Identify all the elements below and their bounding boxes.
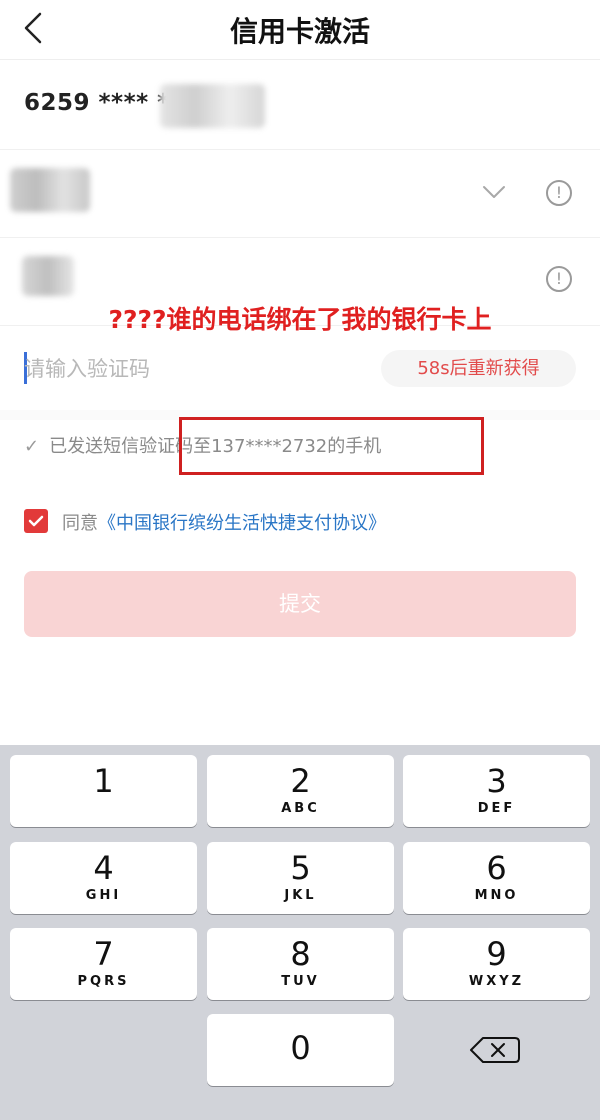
holder-name-row: [0, 150, 600, 238]
key-2[interactable]: 2 ABC: [207, 755, 394, 827]
agreement-link[interactable]: 《中国银行缤纷生活快捷支付协议》: [98, 513, 386, 534]
chevron-down-icon[interactable]: [482, 180, 506, 204]
delete-key[interactable]: [403, 1014, 590, 1086]
key-0[interactable]: 0: [207, 1014, 394, 1086]
verification-code-input[interactable]: [24, 349, 324, 389]
key-6[interactable]: 6 MNO: [403, 842, 590, 914]
key-4[interactable]: 4 GHI: [10, 842, 197, 914]
redacted-card-digits: [160, 84, 265, 128]
agreement-text: 同意《中国银行缤纷生活快捷支付协议》: [62, 509, 386, 535]
page-title: 信用卡激活: [229, 15, 370, 48]
submit-button[interactable]: 提交: [24, 571, 576, 637]
annotation-text: ????谁的电话绑在了我的银行卡上: [108, 305, 492, 334]
resend-code-button[interactable]: 58s后重新获得: [381, 350, 576, 387]
key-9[interactable]: 9 WXYZ: [403, 928, 590, 1000]
info-icon[interactable]: !: [546, 180, 572, 206]
info-icon[interactable]: !: [546, 266, 572, 292]
redacted-name: [10, 168, 90, 212]
redacted-id: [22, 256, 74, 296]
annotation-highlight-box: [179, 417, 484, 475]
key-8[interactable]: 8 TUV: [207, 928, 394, 1000]
key-5[interactable]: 5 JKL: [207, 842, 394, 914]
agreement-prefix: 同意: [62, 513, 98, 534]
backspace-icon: [470, 1037, 520, 1063]
agreement-checkbox[interactable]: [24, 509, 48, 533]
key-7[interactable]: 7 PQRS: [10, 928, 197, 1000]
key-1[interactable]: 1: [10, 755, 197, 827]
nav-bar: 信用卡激活: [0, 0, 600, 60]
key-3[interactable]: 3 DEF: [403, 755, 590, 827]
checkmark-icon: [28, 515, 44, 527]
check-icon: ✓: [24, 436, 40, 457]
